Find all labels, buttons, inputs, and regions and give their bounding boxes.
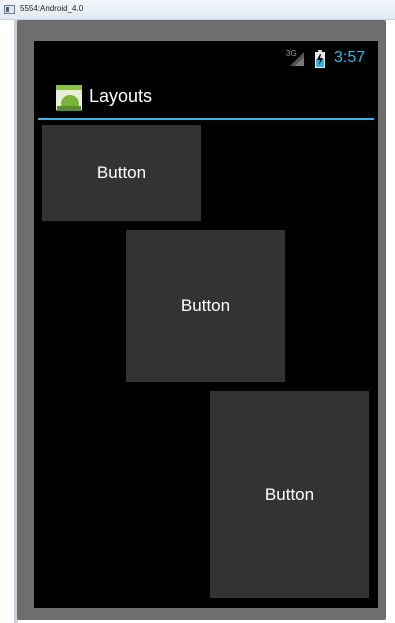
window-title-bar: 5554:Android_4.0	[0, 0, 395, 20]
window-title: 5554:Android_4.0	[20, 4, 84, 13]
app-title: Layouts	[89, 86, 153, 106]
signal-icon	[290, 52, 304, 66]
status-clock: 3:57	[334, 49, 366, 66]
button-1[interactable]: Button	[42, 125, 201, 221]
button-2[interactable]: Button	[126, 230, 285, 382]
layout-content: Button Button Button	[34, 120, 378, 608]
emulator-window-icon	[4, 5, 15, 14]
status-bar: 3G 3:57	[34, 41, 378, 75]
button-3[interactable]: Button	[210, 391, 369, 598]
battery-icon	[315, 50, 325, 68]
action-bar: Layouts	[34, 75, 378, 119]
device-screen: 3G 3:57 Layouts Button Button Button	[34, 41, 378, 608]
app-icon[interactable]	[56, 85, 82, 111]
